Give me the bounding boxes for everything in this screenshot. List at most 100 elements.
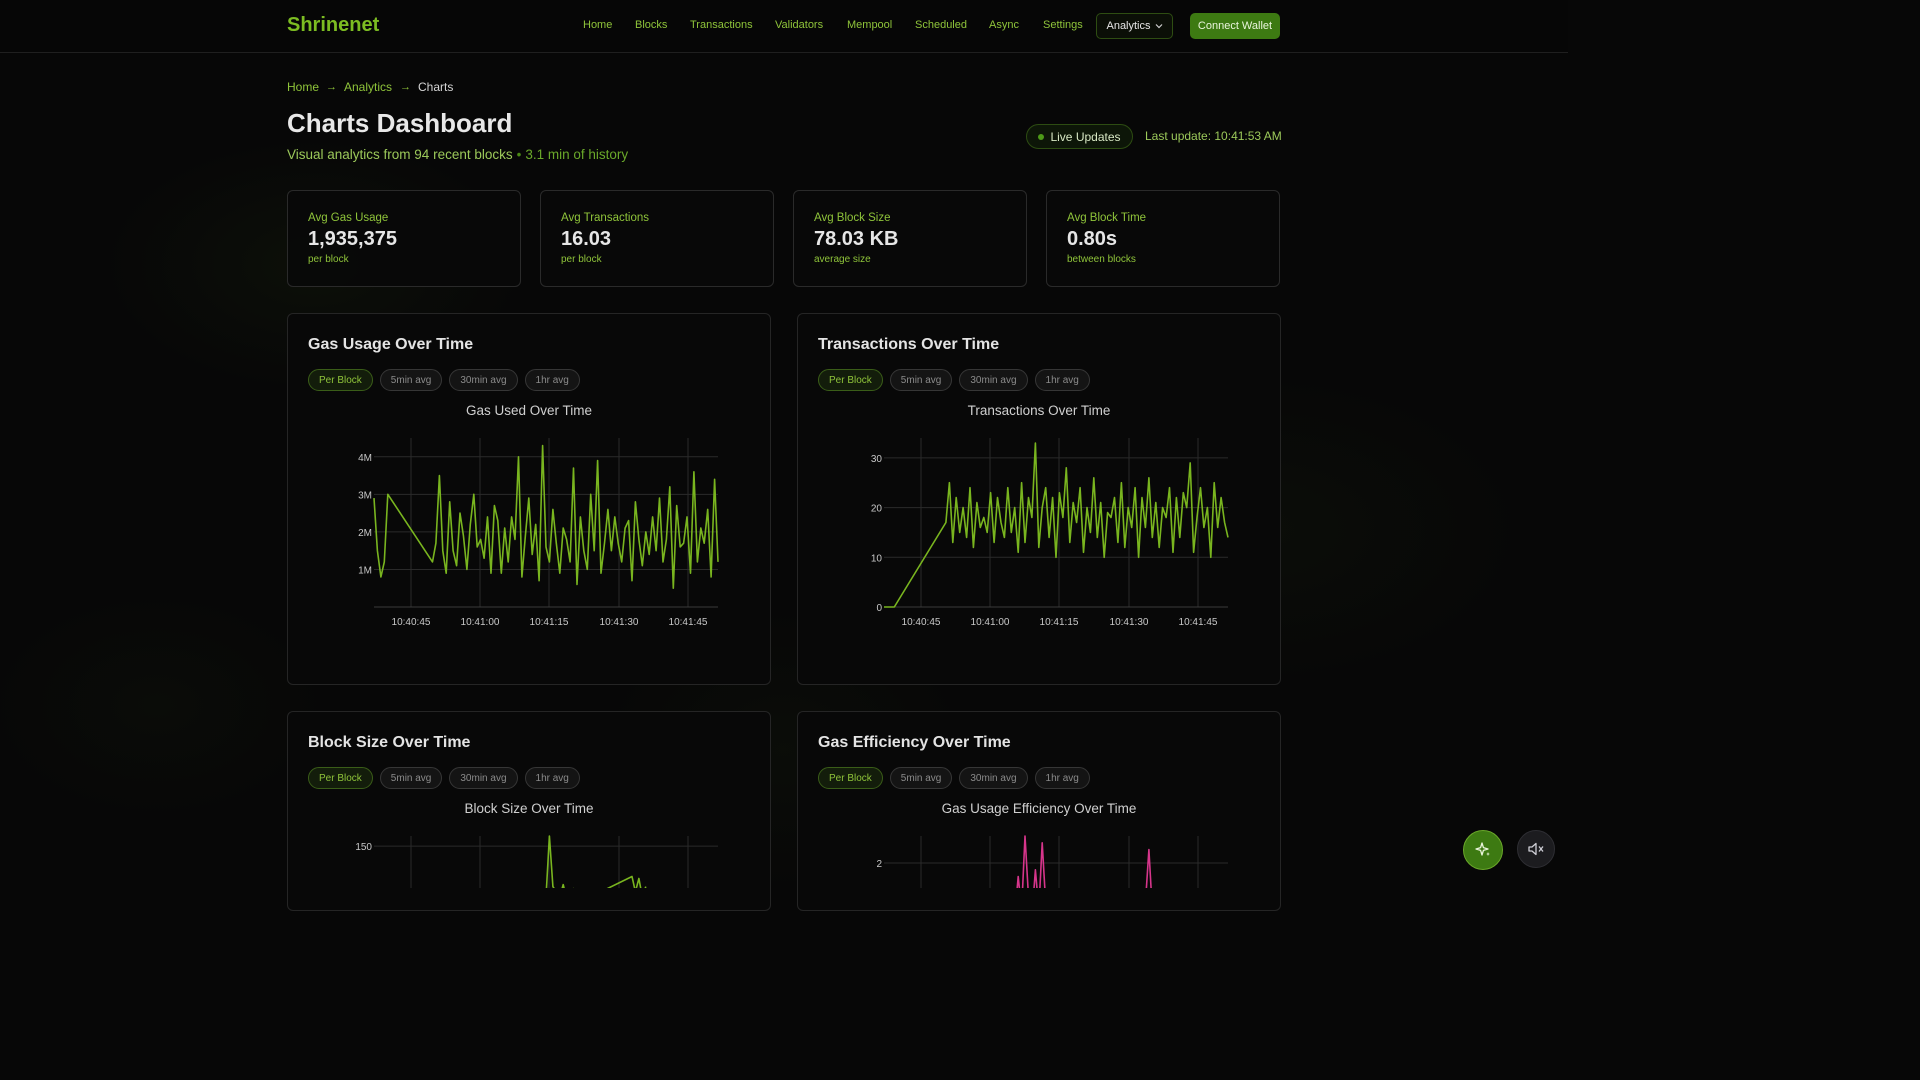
chart-title: Gas Used Over Time [466,403,592,418]
panel-title: Block Size Over Time [308,734,471,751]
breadcrumb-analytics[interactable]: Analytics [344,80,392,94]
panel-block-size: Block Size Over Time Per Block 5min avg … [287,711,771,911]
connect-wallet-button[interactable]: Connect Wallet [1190,13,1280,39]
panel-gas-usage: Gas Usage Over Time Per Block 5min avg 3… [287,313,771,685]
block-size-chart: Block Size Over Time 150 [355,801,718,888]
chevron-down-icon [1155,24,1162,29]
y-tick-label: 150 [355,842,372,853]
top-navbar: Shrinenet Home Blocks Transactions Valid… [0,0,1568,53]
series-line [884,442,1229,608]
breadcrumb-separator: → [326,81,337,93]
breadcrumb-separator: → [400,81,411,93]
tab-per-block[interactable]: Per Block [308,369,373,391]
tab-1hr-avg[interactable]: 1hr avg [524,369,580,391]
nav-scheduled[interactable]: Scheduled [915,19,967,31]
history-duration: 3.1 min of history [525,147,629,162]
tab-5min-avg[interactable]: 5min avg [889,369,953,391]
tab-30min-avg[interactable]: 30min avg [959,369,1028,391]
tab-5min-avg[interactable]: 5min avg [889,767,953,789]
stat-card-gas: Avg Gas Usage 1,935,375 per block [287,190,521,287]
tab-per-block[interactable]: Per Block [818,767,883,789]
tab-1hr-avg[interactable]: 1hr avg [524,767,580,789]
stat-sub: per block [561,254,602,265]
subtitle-text: Visual analytics from 94 recent blocks [287,147,513,162]
tab-30min-avg[interactable]: 30min avg [959,767,1028,789]
tab-per-block[interactable]: Per Block [818,369,883,391]
breadcrumb-current: Charts [418,80,454,94]
chart-title: Block Size Over Time [464,801,593,816]
nav-blocks[interactable]: Blocks [635,19,667,31]
stat-card-block-time: Avg Block Time 0.80s between blocks [1046,190,1280,287]
background-texture [0,0,1568,882]
nav-transactions[interactable]: Transactions [690,19,753,31]
chart-title: Transactions Over Time [968,403,1111,418]
x-tick-label: 10:40:45 [902,617,941,628]
y-tick-label: 2M [358,528,372,539]
y-tick-label: 0 [876,603,882,614]
analytics-label: Analytics [1106,20,1151,32]
tab-per-block[interactable]: Per Block [308,767,373,789]
panel-gas-efficiency: Gas Efficiency Over Time Per Block 5min … [797,711,1281,911]
y-tick-label: 4M [358,453,372,464]
timeframe-tabs: Per Block 5min avg 30min avg 1hr avg [308,369,580,391]
tab-30min-avg[interactable]: 30min avg [449,767,518,789]
x-tick-label: 10:41:00 [461,617,500,628]
breadcrumb-home[interactable]: Home [287,80,319,94]
chart-title: Gas Usage Efficiency Over Time [942,801,1137,816]
stat-value: 0.80s [1067,228,1118,250]
stat-card-block-size: Avg Block Size 78.03 KB average size [793,190,1027,287]
analytics-dropdown[interactable]: Analytics [1096,13,1173,39]
stat-label: Avg Gas Usage [308,212,389,224]
tab-1hr-avg[interactable]: 1hr avg [1034,767,1090,789]
series-line [545,835,647,888]
series-line [1016,835,1152,888]
sound-toggle-button[interactable] [1517,830,1555,868]
nav-settings[interactable]: Settings [1043,19,1083,31]
y-tick-label: 20 [871,504,883,515]
panel-transactions: Transactions Over Time Per Block 5min av… [797,313,1281,685]
x-tick-label: 10:41:45 [1179,617,1218,628]
subtitle-dot: • [516,147,522,162]
x-tick-label: 10:41:30 [1110,617,1149,628]
nav-home[interactable]: Home [583,19,612,31]
x-tick-label: 10:41:00 [971,617,1010,628]
y-tick-label: 10 [871,553,883,564]
timeframe-tabs: Per Block 5min avg 30min avg 1hr avg [308,767,580,789]
gas-usage-chart: Gas Used Over Time 4M 3M 2M 1M 10:40:45 10:41:… [358,403,719,628]
page-subtitle: Visual analytics from 94 recent blocks • 3… [287,147,628,162]
stat-sub: between blocks [1067,254,1136,265]
tab-5min-avg[interactable]: 5min avg [379,369,443,391]
nav-async[interactable]: Async [989,19,1019,31]
last-update-text: Last update: 10:41:53 AM [1145,129,1282,143]
stat-label: Avg Transactions [561,212,650,224]
tab-5min-avg[interactable]: 5min avg [379,767,443,789]
y-tick-label: 1M [358,565,372,576]
stat-label: Avg Block Size [814,212,891,224]
x-tick-label: 10:40:45 [392,617,431,628]
timeframe-tabs: Per Block 5min avg 30min avg 1hr avg [818,767,1090,789]
nav-mempool[interactable]: Mempool [847,19,892,31]
tab-30min-avg[interactable]: 30min avg [449,369,518,391]
assistant-button[interactable] [1463,830,1503,870]
timeframe-tabs: Per Block 5min avg 30min avg 1hr avg [818,369,1090,391]
live-indicator-dot [1038,133,1045,140]
stat-sub: average size [814,254,871,265]
panel-title: Transactions Over Time [818,336,1000,353]
sparkle-icon [1475,842,1490,856]
x-tick-label: 10:41:15 [530,617,569,628]
gas-efficiency-chart: Gas Usage Efficiency Over Time 2 [876,801,1228,888]
x-tick-label: 10:41:30 [600,617,639,628]
brand-logo[interactable]: Shrinenet [287,14,379,37]
y-tick-label: 30 [871,454,883,465]
transactions-chart: Transactions Over Time 30 20 10 0 10:40:45 10:… [871,403,1229,628]
nav-validators[interactable]: Validators [775,19,823,31]
y-tick-label: 3M [358,490,372,501]
mute-icon [1528,842,1544,856]
stat-value: 1,935,375 [308,228,397,250]
tab-1hr-avg[interactable]: 1hr avg [1034,369,1090,391]
live-updates-label: Live Updates [1050,129,1121,144]
x-tick-label: 10:41:45 [669,617,708,628]
live-updates-badge[interactable]: Live Updates [1026,124,1133,149]
page-title: Charts Dashboard [287,108,513,138]
panel-title: Gas Efficiency Over Time [818,734,1011,751]
